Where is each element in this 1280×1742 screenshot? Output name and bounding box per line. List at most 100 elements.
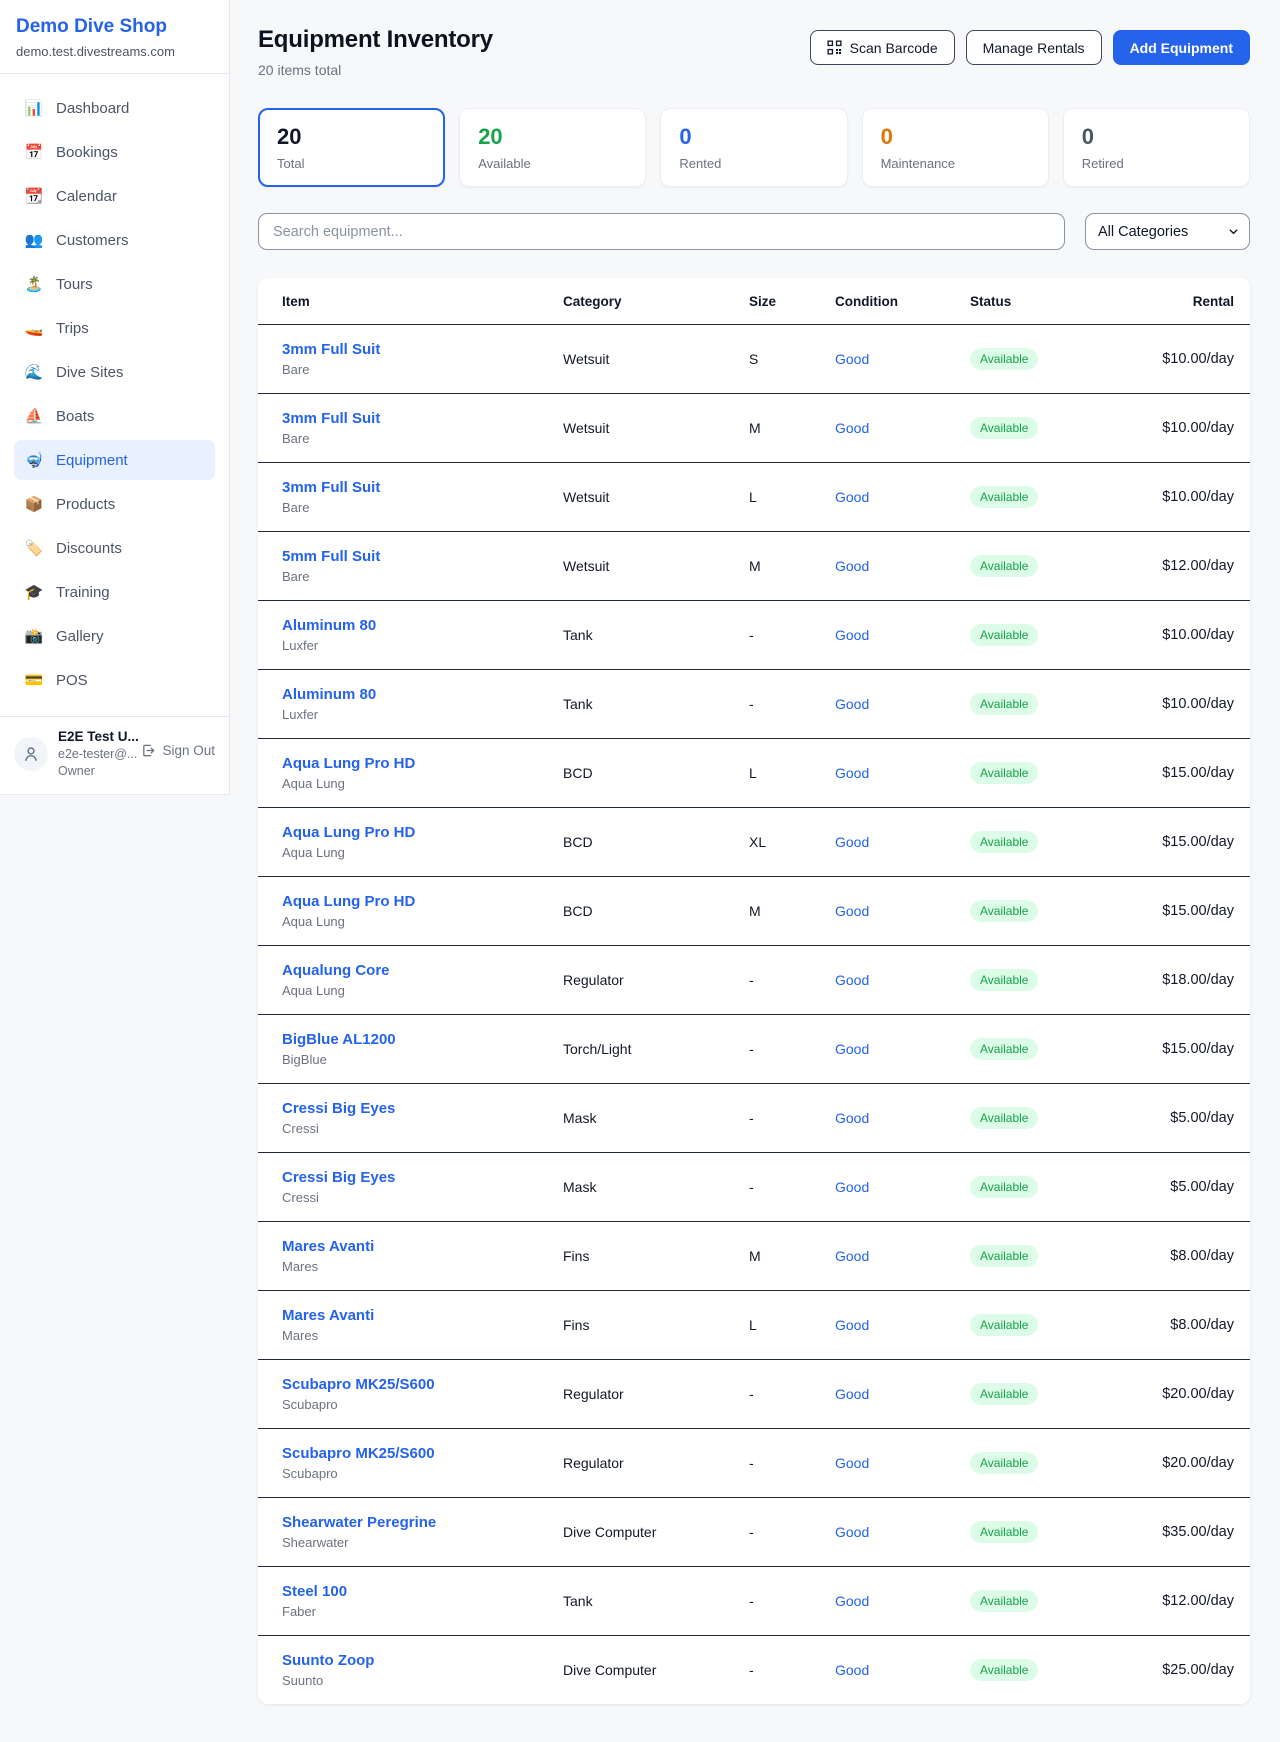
- sidebar-item-calendar[interactable]: 📆 Calendar: [14, 176, 215, 216]
- item-link[interactable]: 3mm Full Suit: [282, 341, 563, 358]
- category-cell: Wetsuit: [563, 420, 749, 436]
- size-cell: -: [749, 696, 835, 712]
- item-link[interactable]: 3mm Full Suit: [282, 410, 563, 427]
- table-row: 3mm Full Suit Bare Wetsuit S Good Availa…: [258, 324, 1250, 393]
- status-cell: Available: [970, 624, 1064, 646]
- status-cell: Available: [970, 762, 1064, 784]
- manage-rentals-button[interactable]: Manage Rentals: [966, 30, 1102, 65]
- item-link[interactable]: Steel 100: [282, 1583, 563, 1600]
- condition-link[interactable]: Good: [835, 1455, 970, 1471]
- stat-card-available[interactable]: 20 Available: [459, 108, 646, 187]
- nav-item-icon: 📦: [24, 495, 44, 513]
- stat-card-rented[interactable]: 0 Rented: [660, 108, 847, 187]
- sidebar-item-customers[interactable]: 👥 Customers: [14, 220, 215, 260]
- condition-link[interactable]: Good: [835, 420, 970, 436]
- condition-link[interactable]: Good: [835, 1593, 970, 1609]
- condition-link[interactable]: Good: [835, 1179, 970, 1195]
- chevron-down-icon: [1228, 226, 1239, 237]
- nav-item-label: Customers: [56, 232, 129, 249]
- category-cell: Wetsuit: [563, 558, 749, 574]
- item-link[interactable]: Aqualung Core: [282, 962, 563, 979]
- stat-card-maintenance[interactable]: 0 Maintenance: [862, 108, 1049, 187]
- nav-item-icon: 📆: [24, 187, 44, 205]
- sidebar-item-bookings[interactable]: 📅 Bookings: [14, 132, 215, 172]
- sidebar-item-products[interactable]: 📦 Products: [14, 484, 215, 524]
- condition-link[interactable]: Good: [835, 1524, 970, 1540]
- item-link[interactable]: Aluminum 80: [282, 617, 563, 634]
- stat-card-total[interactable]: 20 Total: [258, 108, 445, 187]
- sidebar-item-gallery[interactable]: 📸 Gallery: [14, 616, 215, 656]
- item-link[interactable]: Scubapro MK25/S600: [282, 1445, 563, 1462]
- category-select[interactable]: All Categories: [1085, 213, 1250, 250]
- sidebar-item-boats[interactable]: ⛵ Boats: [14, 396, 215, 436]
- sidebar-item-dive-sites[interactable]: 🌊 Dive Sites: [14, 352, 215, 392]
- size-cell: XL: [749, 834, 835, 850]
- condition-link[interactable]: Good: [835, 489, 970, 505]
- user-name: E2E Test U...: [58, 729, 131, 744]
- page-title-block: Equipment Inventory 20 items total: [258, 26, 493, 78]
- condition-link[interactable]: Good: [835, 1041, 970, 1057]
- condition-link[interactable]: Good: [835, 351, 970, 367]
- add-equipment-button[interactable]: Add Equipment: [1113, 30, 1250, 65]
- rental-cell: $15.00/day: [1064, 834, 1234, 850]
- stat-label: Total: [277, 156, 426, 171]
- column-header-category: Category: [563, 294, 749, 309]
- condition-link[interactable]: Good: [835, 765, 970, 781]
- item-brand: Suunto: [282, 1673, 563, 1688]
- size-cell: -: [749, 1524, 835, 1540]
- sidebar-item-pos[interactable]: 💳 POS: [14, 660, 215, 700]
- status-badge: Available: [970, 624, 1038, 646]
- nav-item-label: Boats: [56, 408, 94, 425]
- table-row: Aqua Lung Pro HD Aqua Lung BCD M Good Av…: [258, 876, 1250, 945]
- rental-cell: $15.00/day: [1064, 903, 1234, 919]
- category-cell: Mask: [563, 1110, 749, 1126]
- sign-out-button[interactable]: Sign Out: [141, 743, 215, 758]
- condition-link[interactable]: Good: [835, 558, 970, 574]
- condition-link[interactable]: Good: [835, 696, 970, 712]
- item-link[interactable]: BigBlue AL1200: [282, 1031, 563, 1048]
- condition-link[interactable]: Good: [835, 972, 970, 988]
- item-link[interactable]: Cressi Big Eyes: [282, 1169, 563, 1186]
- stat-card-retired[interactable]: 0 Retired: [1063, 108, 1250, 187]
- sidebar-item-tours[interactable]: 🏝️ Tours: [14, 264, 215, 304]
- item-cell: Shearwater Peregrine Shearwater: [282, 1514, 563, 1550]
- item-link[interactable]: Aqua Lung Pro HD: [282, 755, 563, 772]
- table-header-row: Item Category Size Condition Status Rent…: [258, 278, 1250, 324]
- sidebar-item-discounts[interactable]: 🏷️ Discounts: [14, 528, 215, 568]
- condition-link[interactable]: Good: [835, 1662, 970, 1678]
- condition-link[interactable]: Good: [835, 1317, 970, 1333]
- scan-barcode-button[interactable]: Scan Barcode: [810, 30, 955, 65]
- sidebar-item-trips[interactable]: 🚤 Trips: [14, 308, 215, 348]
- nav-item-label: POS: [56, 672, 88, 689]
- condition-link[interactable]: Good: [835, 834, 970, 850]
- condition-link[interactable]: Good: [835, 1110, 970, 1126]
- sidebar-item-dashboard[interactable]: 📊 Dashboard: [14, 88, 215, 128]
- item-link[interactable]: Shearwater Peregrine: [282, 1514, 563, 1531]
- item-link[interactable]: Suunto Zoop: [282, 1652, 563, 1669]
- condition-link[interactable]: Good: [835, 1386, 970, 1402]
- condition-link[interactable]: Good: [835, 627, 970, 643]
- nav-item-icon: ⛵: [24, 407, 44, 425]
- search-input[interactable]: [258, 213, 1065, 250]
- size-cell: -: [749, 1110, 835, 1126]
- status-badge: Available: [970, 348, 1038, 370]
- item-link[interactable]: 3mm Full Suit: [282, 479, 563, 496]
- table-row: Steel 100 Faber Tank - Good Available $1…: [258, 1566, 1250, 1635]
- item-link[interactable]: 5mm Full Suit: [282, 548, 563, 565]
- item-link[interactable]: Mares Avanti: [282, 1238, 563, 1255]
- item-link[interactable]: Mares Avanti: [282, 1307, 563, 1324]
- item-link[interactable]: Aqua Lung Pro HD: [282, 893, 563, 910]
- sidebar-item-equipment[interactable]: 🤿 Equipment: [14, 440, 215, 480]
- item-link[interactable]: Aqua Lung Pro HD: [282, 824, 563, 841]
- sidebar-item-training[interactable]: 🎓 Training: [14, 572, 215, 612]
- item-link[interactable]: Cressi Big Eyes: [282, 1100, 563, 1117]
- nav-item-icon: 🏷️: [24, 539, 44, 557]
- equipment-table: Item Category Size Condition Status Rent…: [258, 278, 1250, 1704]
- rental-cell: $12.00/day: [1064, 1593, 1234, 1609]
- status-cell: Available: [970, 693, 1064, 715]
- status-badge: Available: [970, 1245, 1038, 1267]
- item-link[interactable]: Aluminum 80: [282, 686, 563, 703]
- condition-link[interactable]: Good: [835, 1248, 970, 1264]
- item-link[interactable]: Scubapro MK25/S600: [282, 1376, 563, 1393]
- condition-link[interactable]: Good: [835, 903, 970, 919]
